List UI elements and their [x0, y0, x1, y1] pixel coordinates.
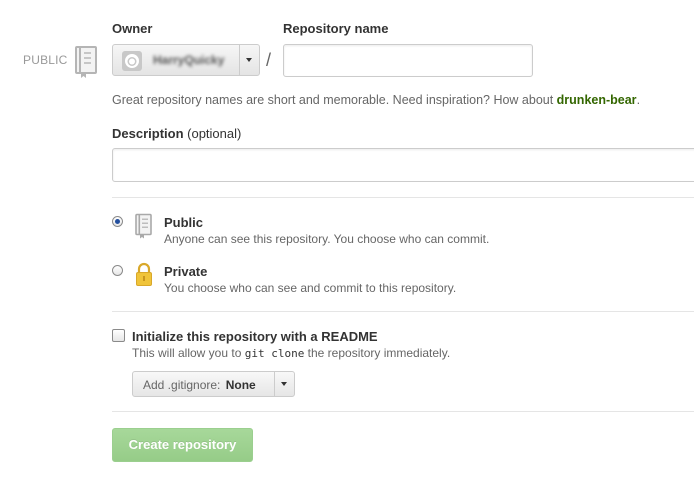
repository-name-label: Repository name [283, 21, 389, 36]
gitignore-select-divider [274, 372, 275, 396]
gitignore-value: None [225, 378, 256, 392]
public-option-title[interactable]: Public [164, 215, 203, 230]
avatar [122, 51, 142, 71]
init-readme-label[interactable]: Initialize this repository with a README [132, 329, 378, 344]
chevron-down-icon[interactable] [246, 58, 252, 62]
description-input[interactable] [112, 148, 694, 182]
owner-label: Owner [112, 21, 153, 36]
init-readme-description: This will allow you to git clone the rep… [132, 346, 450, 360]
lock-icon [136, 262, 152, 286]
owner-select[interactable]: HarryQuicky [112, 44, 260, 76]
description-optional-note: (optional) [187, 126, 242, 141]
hint-text: Great repository names are short and mem… [112, 93, 557, 107]
init-desc-prefix: This will allow you to [132, 346, 245, 360]
chevron-down-icon[interactable] [281, 382, 287, 386]
divider [112, 197, 694, 198]
owner-name: HarryQuicky [153, 53, 225, 67]
create-repository-button[interactable]: Create repository [112, 428, 253, 462]
private-option-description: You choose who can see and commit to thi… [164, 281, 457, 295]
github-octocat-icon [125, 54, 139, 68]
owner-repo-separator: / [266, 50, 272, 70]
private-option-title[interactable]: Private [164, 264, 207, 279]
hint-suffix: . [636, 93, 641, 107]
repository-name-input[interactable] [283, 44, 533, 77]
private-radio[interactable] [112, 265, 123, 276]
gitignore-label: Add .gitignore: None [143, 378, 256, 392]
repo-book-icon [135, 213, 152, 239]
divider [112, 311, 694, 312]
visibility-badge: PUBLIC [23, 53, 68, 67]
init-desc-suffix: the repository immediately. [304, 346, 451, 360]
public-option-description: Anyone can see this repository. You choo… [164, 232, 490, 246]
description-label-text: Description [112, 126, 184, 141]
repo-book-icon [75, 46, 97, 78]
owner-select-divider [239, 45, 240, 75]
gitignore-select[interactable]: Add .gitignore: None [132, 371, 295, 397]
repository-name-hint: Great repository names are short and mem… [112, 93, 640, 107]
divider [112, 411, 694, 412]
gitignore-label-text: Add .gitignore: [143, 378, 221, 392]
public-radio[interactable] [112, 216, 123, 227]
init-readme-checkbox[interactable] [112, 329, 125, 342]
description-label: Description (optional) [112, 126, 241, 141]
suggestion-link[interactable]: drunken-bear [557, 93, 637, 107]
git-clone-code: git clone [244, 347, 305, 360]
